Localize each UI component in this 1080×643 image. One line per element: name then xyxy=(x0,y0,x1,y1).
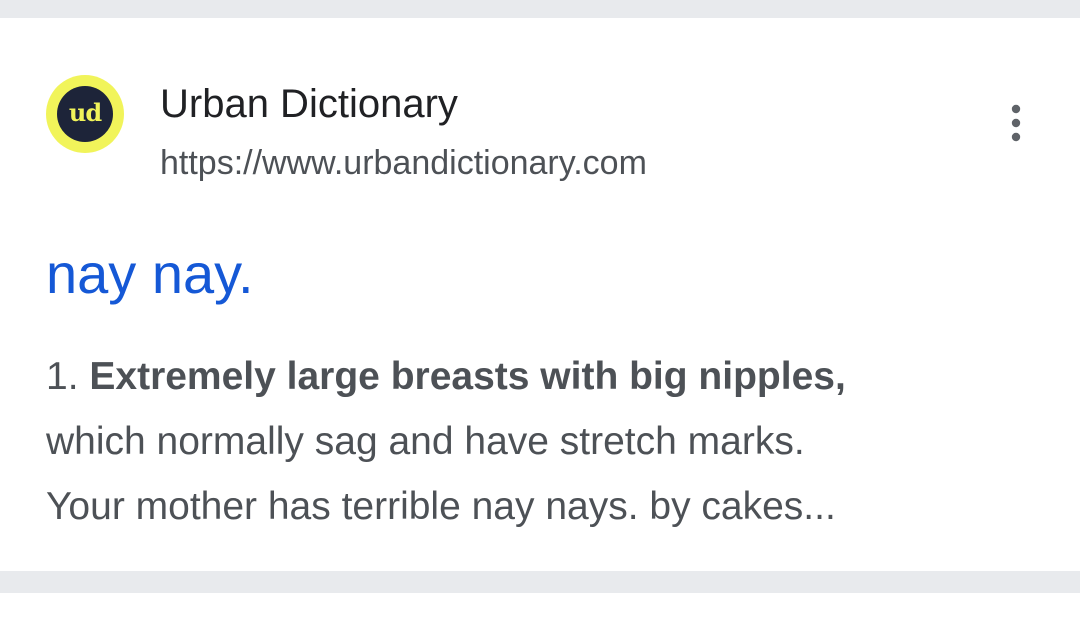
urban-dictionary-logo-icon: ud xyxy=(57,86,113,142)
more-options-button[interactable] xyxy=(990,95,1042,151)
site-favicon[interactable]: ud xyxy=(46,75,124,153)
search-results-page: ud Urban Dictionary https://www.urbandic… xyxy=(0,0,1080,643)
favicon-text: ud xyxy=(68,98,102,127)
snippet-bold-text: Extremely large breasts with big nipples… xyxy=(89,355,846,398)
site-url[interactable]: https://www.urbandictionary.com xyxy=(160,141,647,185)
result-snippet: 1. Extremely large breasts with big nipp… xyxy=(46,344,1046,539)
next-card-edge xyxy=(0,593,1080,643)
snippet-number: 1. xyxy=(46,355,79,398)
result-title-link[interactable]: nay nay. xyxy=(46,236,254,312)
more-vert-icon xyxy=(1011,104,1021,142)
snippet-line-2: which normally sag and have stretch mark… xyxy=(46,420,805,463)
site-name[interactable]: Urban Dictionary xyxy=(160,78,458,130)
snippet-line-1: 1. Extremely large breasts with big nipp… xyxy=(46,344,1046,409)
snippet-line-3: Your mother has terrible nay nays. by ca… xyxy=(46,485,836,528)
